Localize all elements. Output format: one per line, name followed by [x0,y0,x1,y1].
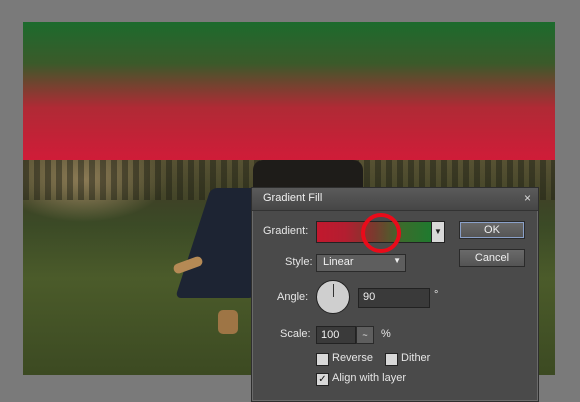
scale-unit: % [381,328,391,340]
scale-dropdown-button[interactable]: ~ [356,326,374,344]
angle-dial[interactable] [316,280,350,314]
reverse-label[interactable]: Reverse [332,352,373,364]
angle-label: Angle: [277,291,309,303]
ok-button[interactable]: OK [459,221,525,239]
reverse-checkbox[interactable] [316,353,329,366]
gradient-label: Gradient: [263,225,309,237]
dither-label[interactable]: Dither [401,352,430,364]
checkmark-icon: ✓ [318,374,327,385]
dither-checkbox[interactable] [385,353,398,366]
dialog-title: Gradient Fill [263,192,323,204]
style-value: Linear [323,256,354,268]
align-label[interactable]: Align with layer [332,372,406,384]
chevron-down-icon[interactable]: ▼ [431,221,445,243]
style-label: Style: [285,256,313,268]
chevron-down-icon: ▼ [393,256,401,265]
style-select[interactable]: Linear ▼ [316,254,406,272]
gradient-fill-layer [23,22,555,160]
gradient-fill-dialog: Gradient Fill × Gradient: ▼ Style: Linea… [251,187,539,402]
angle-input[interactable]: 90 [358,288,430,308]
dialog-titlebar[interactable]: Gradient Fill × [252,188,538,211]
scale-value: 100 [321,329,340,341]
scale-label: Scale: [280,328,311,340]
angle-unit: ° [434,289,439,301]
align-checkbox[interactable]: ✓ [316,373,329,386]
close-icon[interactable]: × [524,191,531,205]
angle-dial-needle [333,284,334,297]
cancel-button[interactable]: Cancel [459,249,525,267]
shoe-right [218,310,238,334]
angle-value: 90 [363,291,376,303]
scale-input[interactable]: 100 [316,326,356,344]
highlight-circle [361,213,401,253]
